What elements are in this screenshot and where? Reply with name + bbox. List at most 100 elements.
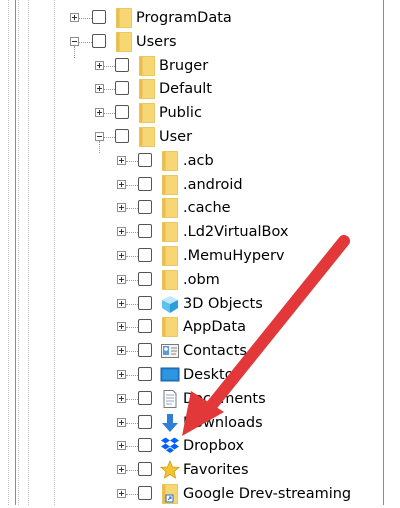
favorites-icon — [159, 459, 181, 480]
tree-item-label[interactable]: Dropbox — [183, 437, 244, 455]
checkbox[interactable] — [138, 153, 152, 167]
expand-icon[interactable] — [117, 251, 126, 260]
expand-icon[interactable] — [95, 108, 104, 117]
checkbox[interactable] — [138, 486, 152, 500]
tree-item-label[interactable]: .Ld2VirtualBox — [183, 223, 288, 241]
collapse-icon[interactable] — [70, 37, 79, 46]
tree-item-dot-acb[interactable]: .acb — [0, 151, 400, 173]
expand-icon[interactable] — [117, 346, 126, 355]
checkbox[interactable] — [115, 81, 129, 95]
expand-icon[interactable] — [117, 441, 126, 450]
tree-connector-line — [126, 423, 138, 424]
checkbox[interactable] — [115, 58, 129, 72]
checkbox[interactable] — [92, 34, 106, 48]
folder-icon — [137, 56, 157, 76]
tree-item-label[interactable]: .cache — [183, 199, 231, 217]
tree-item-3d-objects[interactable]: 3D Objects — [0, 294, 400, 316]
tree-item-label[interactable]: User — [159, 128, 192, 146]
expand-icon[interactable] — [117, 418, 126, 427]
tree-item-label[interactable]: .obm — [183, 271, 220, 289]
expand-icon[interactable] — [117, 180, 126, 189]
tree-item-label[interactable]: Users — [136, 33, 177, 51]
tree-item-label[interactable]: .android — [183, 176, 243, 194]
tree-connector-line — [126, 185, 138, 186]
tree-item-documents[interactable]: Documents — [0, 389, 400, 411]
checkbox[interactable] — [138, 200, 152, 214]
tree-item-desktop[interactable]: Desktop — [0, 365, 400, 387]
tree-item-user[interactable]: User — [0, 127, 400, 149]
tree-item-dot-obm[interactable]: .obm — [0, 270, 400, 292]
tree-item-users[interactable]: Users — [0, 32, 400, 54]
expand-icon[interactable] — [117, 394, 126, 403]
checkbox[interactable] — [138, 319, 152, 333]
folder-icon — [137, 103, 157, 123]
tree-item-appdata[interactable]: AppData — [0, 317, 400, 339]
tree-item-label[interactable]: Bruger — [159, 57, 208, 75]
tree-item-dot-cache[interactable]: .cache — [0, 198, 400, 220]
tree-item-label[interactable]: AppData — [183, 318, 246, 336]
tree-item-label[interactable]: Favorites — [183, 461, 249, 479]
tree-connector-line — [104, 137, 115, 138]
tree-connector-line — [126, 280, 138, 281]
checkbox[interactable] — [138, 391, 152, 405]
tree-item-label[interactable]: Downloads — [183, 414, 263, 432]
tree-item-default[interactable]: Default — [0, 79, 400, 101]
tree-item-label[interactable]: Contacts — [183, 342, 247, 360]
folder-icon — [114, 32, 134, 52]
tree-item-label[interactable]: Google Drev-streaming — [183, 485, 351, 503]
tree-item-google-drev-streaming[interactable]: Google Drev-streaming — [0, 484, 400, 506]
checkbox[interactable] — [138, 224, 152, 238]
tree-item-label[interactable]: Desktop — [183, 366, 243, 384]
folder-tree: ProgramData Users Bruger Default Public User.… — [0, 0, 400, 505]
expand-icon[interactable] — [117, 370, 126, 379]
tree-connector-line — [126, 256, 138, 257]
expand-icon[interactable] — [117, 489, 126, 498]
collapse-icon[interactable] — [95, 132, 104, 141]
checkbox[interactable] — [115, 105, 129, 119]
expand-icon[interactable] — [117, 156, 126, 165]
checkbox[interactable] — [138, 296, 152, 310]
tree-item-dot-ld2virtualbox[interactable]: .Ld2VirtualBox — [0, 222, 400, 244]
expand-icon[interactable] — [117, 299, 126, 308]
folder-icon — [160, 270, 180, 290]
expand-icon[interactable] — [117, 275, 126, 284]
checkbox[interactable] — [138, 462, 152, 476]
checkbox[interactable] — [138, 248, 152, 262]
tree-item-label[interactable]: .MemuHyperv — [183, 247, 285, 265]
tree-item-programdata[interactable]: ProgramData — [0, 8, 400, 30]
checkbox[interactable] — [92, 10, 106, 24]
expand-icon[interactable] — [95, 61, 104, 70]
tree-item-dot-android[interactable]: .android — [0, 175, 400, 197]
expand-icon[interactable] — [117, 465, 126, 474]
tree-item-contacts[interactable]: Contacts — [0, 341, 400, 363]
checkbox[interactable] — [138, 343, 152, 357]
folder-icon — [160, 246, 180, 266]
tree-item-label[interactable]: 3D Objects — [183, 295, 263, 313]
tree-item-favorites[interactable]: Favorites — [0, 459, 400, 482]
checkbox[interactable] — [138, 272, 152, 286]
tree-item-label[interactable]: ProgramData — [136, 9, 232, 27]
tree-item-label[interactable]: Default — [159, 80, 212, 98]
3d-objects-icon — [160, 294, 180, 314]
checkbox[interactable] — [138, 177, 152, 191]
tree-item-dot-memuhyperv[interactable]: .MemuHyperv — [0, 246, 400, 268]
tree-item-dropbox[interactable]: Dropbox — [0, 436, 400, 458]
tree-item-bruger[interactable]: Bruger — [0, 56, 400, 78]
tree-item-public[interactable]: Public — [0, 103, 400, 125]
expand-icon[interactable] — [95, 84, 104, 93]
tree-item-label[interactable]: Documents — [183, 390, 266, 408]
expand-icon[interactable] — [117, 203, 126, 212]
tree-item-downloads[interactable]: Downloads — [0, 413, 400, 435]
tree-connector-line — [126, 232, 138, 233]
checkbox[interactable] — [115, 129, 129, 143]
tree-item-label[interactable]: Public — [159, 104, 202, 122]
tree-connector-line — [104, 89, 115, 90]
tree-connector-line — [126, 446, 138, 447]
expand-icon[interactable] — [117, 322, 126, 331]
checkbox[interactable] — [138, 415, 152, 429]
expand-icon[interactable] — [117, 227, 126, 236]
expand-icon[interactable] — [70, 13, 79, 22]
checkbox[interactable] — [138, 367, 152, 381]
checkbox[interactable] — [138, 438, 152, 452]
tree-item-label[interactable]: .acb — [183, 152, 214, 170]
